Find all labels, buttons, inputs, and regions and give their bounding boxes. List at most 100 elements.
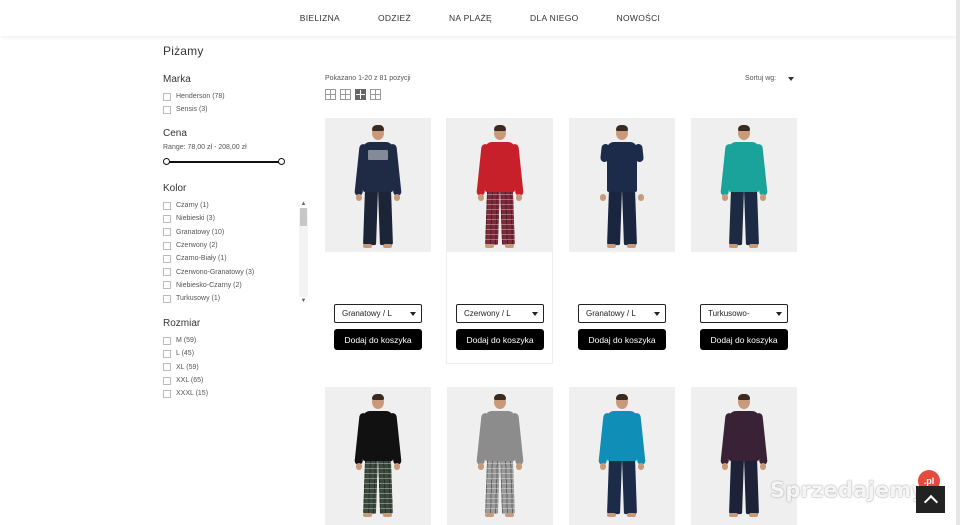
- nav-item-dla-niego[interactable]: DLA NIEGO: [530, 13, 579, 23]
- filter-option[interactable]: Niebiesko-Czarny (2): [163, 279, 310, 292]
- chevron-up-icon[interactable]: ▲: [299, 200, 308, 208]
- filter-option[interactable]: Henderson (78): [163, 90, 225, 103]
- filter-option-label: Turkusowy (1): [176, 295, 221, 303]
- sort-label: Sortuj wg:: [745, 75, 777, 82]
- checkbox[interactable]: [163, 241, 171, 250]
- product-card[interactable]: [447, 387, 553, 525]
- product-image[interactable]: [325, 387, 431, 525]
- price-range-text: Range: 78,00 zł - 208,00 zł: [163, 144, 247, 151]
- filter-option[interactable]: XL (59): [163, 361, 208, 374]
- slider-handle-max[interactable]: [278, 158, 285, 165]
- grid-3-icon[interactable]: [340, 89, 351, 100]
- pajama-leg: [622, 458, 637, 515]
- product-card[interactable]: [325, 118, 431, 252]
- pajama-sleeve: [634, 143, 644, 163]
- chevron-up-icon: [923, 494, 938, 510]
- product-card[interactable]: [691, 387, 797, 525]
- filter-option[interactable]: Czarny (1): [163, 199, 310, 212]
- filter-option[interactable]: Niebieski (3): [163, 212, 310, 225]
- hand: [638, 463, 644, 470]
- hair: [494, 394, 506, 400]
- product-image[interactable]: [569, 387, 675, 525]
- add-to-cart-button[interactable]: Dodaj do koszyka: [700, 329, 788, 350]
- variant-select[interactable]: Granatowy / L: [334, 304, 422, 323]
- filter-option[interactable]: XXL (65): [163, 374, 208, 387]
- checkbox[interactable]: [163, 294, 171, 303]
- checkbox[interactable]: [163, 349, 171, 358]
- filter-option[interactable]: Turkusowy (1): [163, 292, 310, 305]
- hand: [478, 194, 484, 201]
- product-card[interactable]: [691, 118, 797, 252]
- scrollbar-track[interactable]: [299, 208, 308, 297]
- top-print: [368, 150, 388, 160]
- checkbox[interactable]: [163, 376, 171, 385]
- filter-option-label: Czarny (1): [176, 202, 209, 210]
- add-to-cart-button[interactable]: Dodaj do koszyka: [456, 329, 544, 350]
- filter-option[interactable]: L (45): [163, 347, 208, 360]
- checkbox[interactable]: [163, 92, 171, 101]
- hand: [760, 194, 766, 201]
- product-card[interactable]: [447, 118, 553, 252]
- checkbox[interactable]: [163, 363, 171, 372]
- filter-marka: Marka Henderson (78) Sensis (3): [163, 74, 225, 117]
- pajama-leg: [729, 458, 744, 515]
- product-image[interactable]: [325, 118, 431, 252]
- foot: [627, 244, 636, 248]
- foot: [505, 244, 514, 248]
- nav-item-nowosci[interactable]: NOWOŚCI: [617, 13, 661, 23]
- checkbox[interactable]: [163, 281, 171, 290]
- checkbox[interactable]: [163, 228, 171, 237]
- variant-select[interactable]: Granatowy / L: [578, 304, 666, 323]
- product-image[interactable]: [447, 118, 553, 252]
- foot: [505, 513, 514, 517]
- grid-list-icon[interactable]: [370, 89, 381, 100]
- variant-select[interactable]: Czerwony / L: [456, 304, 544, 323]
- add-to-cart-button[interactable]: Dodaj do koszyka: [578, 329, 666, 350]
- product-image[interactable]: [691, 387, 797, 525]
- product-card[interactable]: [569, 387, 675, 525]
- grid-2-icon[interactable]: [325, 89, 336, 100]
- nav-item-bielizna[interactable]: BIELIZNA: [300, 13, 340, 23]
- pajama-leg: [500, 458, 515, 515]
- filter-option[interactable]: M (59): [163, 334, 208, 347]
- checkbox[interactable]: [163, 214, 171, 223]
- filter-option-label: XXL (65): [176, 377, 204, 385]
- product-card[interactable]: [325, 387, 431, 525]
- pajama-leg: [744, 458, 759, 515]
- filter-option[interactable]: Czerwony (2): [163, 239, 310, 252]
- hand: [516, 463, 522, 470]
- checkbox[interactable]: [163, 336, 171, 345]
- product-card[interactable]: [569, 118, 675, 252]
- filter-option[interactable]: Czerwono-Granatowy (3): [163, 265, 310, 278]
- checkbox[interactable]: [163, 254, 171, 263]
- product-image[interactable]: [691, 118, 797, 252]
- checkbox[interactable]: [163, 105, 171, 114]
- nav-item-odziez[interactable]: ODZIEŻ: [378, 13, 411, 23]
- slider-handle-min[interactable]: [163, 158, 170, 165]
- nav-item-na-plaze[interactable]: NA PLAŻĘ: [449, 13, 492, 23]
- price-range-slider[interactable]: [163, 157, 285, 167]
- color-list-scrollbar[interactable]: ▲ ▼: [299, 200, 308, 305]
- grid-4-icon[interactable]: [355, 89, 366, 100]
- filter-option[interactable]: XXXL (15): [163, 387, 208, 400]
- product-image[interactable]: [569, 118, 675, 252]
- sort-dropdown[interactable]: Sortuj wg:: [745, 75, 795, 82]
- checkbox[interactable]: [163, 201, 171, 210]
- product-actions: Czerwony / L Dodaj do koszyka: [447, 304, 553, 350]
- filter-option[interactable]: Granatowy (10): [163, 226, 310, 239]
- chevron-down-icon[interactable]: ▼: [299, 297, 308, 305]
- variant-select-value: Granatowy / L: [342, 309, 392, 318]
- product-actions: Turkusowo- Dodaj do koszyka: [691, 304, 797, 350]
- product-image[interactable]: [447, 387, 553, 525]
- scroll-to-top-button[interactable]: [916, 486, 945, 513]
- scrollbar-thumb[interactable]: [300, 208, 307, 226]
- foot: [485, 244, 494, 248]
- filter-option[interactable]: Czarno-Biały (1): [163, 252, 310, 265]
- pajama-leg: [363, 189, 378, 246]
- filter-option[interactable]: Sensis (3): [163, 103, 225, 116]
- foot: [363, 244, 372, 248]
- checkbox[interactable]: [163, 389, 171, 398]
- add-to-cart-button[interactable]: Dodaj do koszyka: [334, 329, 422, 350]
- checkbox[interactable]: [163, 268, 171, 277]
- variant-select[interactable]: Turkusowo-: [700, 304, 788, 323]
